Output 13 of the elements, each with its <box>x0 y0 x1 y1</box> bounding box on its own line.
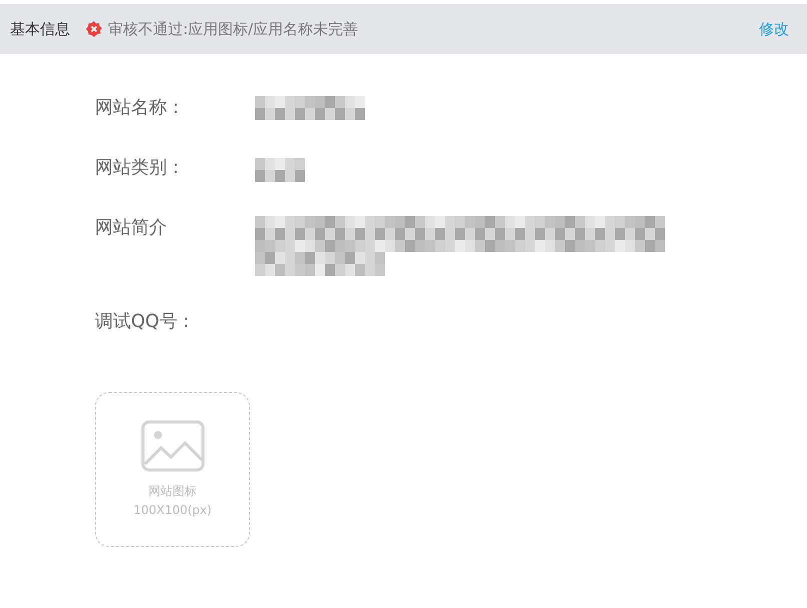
field-label: 网站名称 : <box>95 96 180 120</box>
field-label: 网站类别 : <box>95 156 180 180</box>
edit-link[interactable]: 修改 <box>759 20 789 38</box>
image-icon <box>140 420 204 472</box>
icon-upload-box[interactable]: 网站图标 100X100(px) <box>95 392 250 547</box>
section-title: 基本信息 <box>10 20 70 38</box>
error-icon <box>86 21 102 37</box>
upload-title: 网站图标 <box>148 482 196 500</box>
upload-size-hint: 100X100(px) <box>133 502 212 518</box>
field-label: 网站简介 <box>95 216 168 240</box>
field-label: 调试QQ号 : <box>95 310 190 334</box>
status-message: 审核不通过:应用图标/应用名称未完善 <box>108 20 358 38</box>
redacted-text-drawing <box>255 158 305 182</box>
